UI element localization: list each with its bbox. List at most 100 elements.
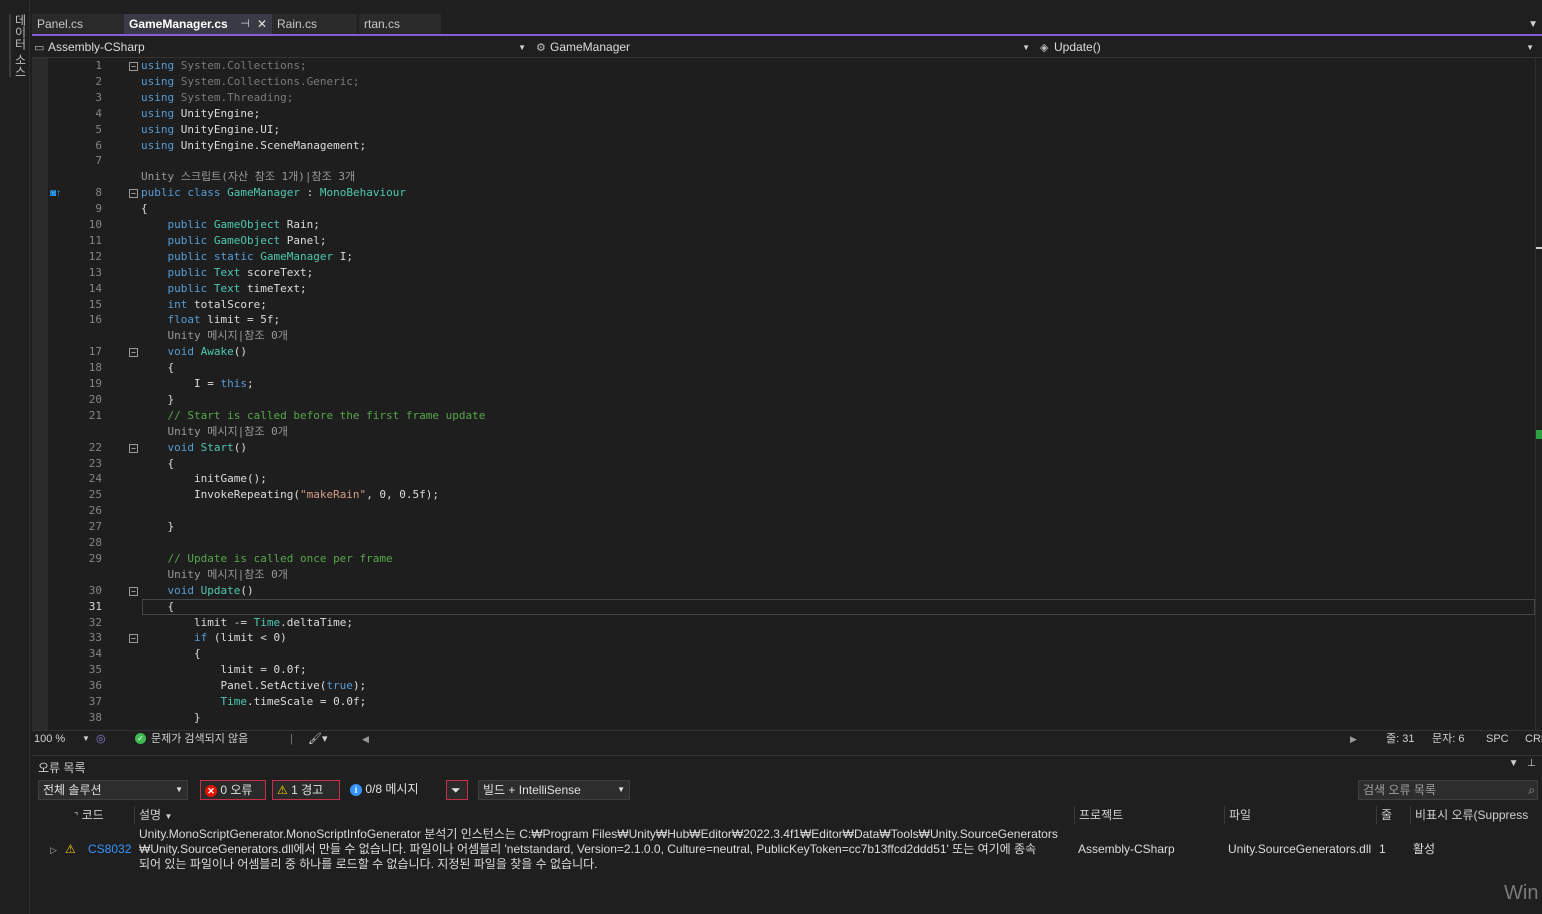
tab-gamemanager-cs[interactable]: GameManager.cs ⊣ ✕ [124, 14, 272, 34]
line-number: 20 [88, 392, 102, 406]
code-token: using [141, 74, 175, 88]
code-text[interactable]: public GameObject Rain; [141, 217, 320, 233]
left-tool-strip: 데이터 소스 [0, 0, 30, 914]
collapse-icon[interactable]: − [129, 586, 138, 596]
project-dropdown[interactable]: ▭ Assembly-CSharp ▼ [34, 38, 530, 57]
pin-icon[interactable]: ⊥ [1527, 758, 1536, 769]
code-text[interactable]: using UnityEngine.SceneManagement; [141, 138, 366, 154]
chevron-down-icon[interactable]: ▼ [1509, 758, 1519, 769]
close-icon[interactable]: ✕ [257, 14, 267, 34]
pin-icon[interactable]: ⊣ [240, 14, 250, 34]
code-text[interactable]: Time.timeScale = 0.0f; [141, 694, 366, 710]
code-token: limit = 0.0f; [141, 663, 307, 677]
code-token: Time [220, 695, 247, 708]
collapse-icon[interactable]: − [129, 443, 138, 453]
health-icon[interactable]: ◎ [96, 731, 106, 747]
code-text[interactable]: { [141, 456, 174, 472]
code-token: UnityEngine.SceneManagement; [174, 138, 367, 152]
code-text[interactable]: // Start is called before the first fram… [141, 408, 486, 424]
scope-dropdown[interactable]: 전체 솔루션 ▼ [38, 780, 188, 800]
build-filter-dropdown[interactable]: 빌드 + IntelliSense ▼ [478, 780, 630, 800]
code-text[interactable]: void Start() [141, 440, 248, 456]
codelens-line: Unity 스크립트(자산 참조 1개)|참조 3개 [32, 169, 1535, 185]
code-text[interactable]: public GameObject Panel; [141, 233, 327, 249]
code-text[interactable]: public Text timeText; [141, 281, 307, 297]
tab-rtan-cs[interactable]: rtan.cs [359, 14, 441, 34]
code-text[interactable]: public class GameManager : MonoBehaviour [141, 185, 406, 201]
codelens-text[interactable]: Unity 메시지|참조 0개 [141, 328, 287, 344]
tab-panel-cs[interactable]: Panel.cs [32, 14, 124, 34]
line-indicator[interactable]: 줄: 31 [1386, 731, 1414, 747]
code-text[interactable]: initGame(); [141, 471, 267, 487]
code-text[interactable]: void Awake() [141, 344, 248, 360]
collapse-icon[interactable]: − [129, 634, 138, 644]
codelens-text[interactable]: Unity 메시지|참조 0개 [141, 567, 287, 583]
collapse-icon[interactable]: − [129, 62, 138, 71]
scroll-left-icon[interactable]: ◀ [362, 731, 369, 747]
messages-filter-button[interactable]: i 0/8 메시지 [350, 780, 436, 800]
warnings-count: 1 경고 [291, 783, 324, 797]
code-text[interactable]: public Text scoreText; [141, 265, 314, 281]
code-text[interactable]: using UnityEngine; [141, 106, 260, 122]
code-text[interactable]: void Update() [141, 583, 254, 599]
column-description[interactable]: 설명 ▼ [134, 806, 1074, 824]
warning-icon: ⚠ [65, 842, 76, 856]
code-editor[interactable]: ◙↑ 1− using System.Collections; 2 using Sys… [32, 58, 1542, 730]
code-text[interactable]: using UnityEngine.UI; [141, 122, 280, 138]
column-line[interactable]: 줄 [1376, 806, 1410, 824]
column-file[interactable]: 파일 [1224, 806, 1376, 824]
code-text[interactable]: I = this; [141, 376, 254, 392]
char-indicator[interactable]: 문자: 6 [1432, 731, 1464, 747]
issues-text[interactable]: 문제가 검색되지 않음 [151, 731, 248, 747]
chevron-down-icon[interactable]: ▼ [82, 731, 90, 747]
indent-mode[interactable]: SPC [1486, 731, 1509, 747]
code-text[interactable]: float limit = 5f; [141, 312, 281, 328]
type-dropdown[interactable]: ⚙ GameManager ▼ [536, 38, 1034, 57]
member-dropdown[interactable]: ◈ Update() ▼ [1040, 38, 1538, 57]
code-text[interactable]: { [141, 646, 201, 662]
collapse-icon[interactable]: − [129, 189, 138, 199]
code-text[interactable]: using System.Threading; [141, 90, 293, 106]
code-text[interactable]: limit -= Time.deltaTime; [141, 615, 353, 631]
code-text[interactable]: } [141, 710, 201, 726]
code-text[interactable]: using System.Collections; [141, 58, 307, 74]
code-text[interactable]: limit = 0.0f; [141, 662, 307, 678]
zoom-level[interactable]: 100 % [34, 731, 65, 747]
code-text[interactable]: { [141, 599, 174, 615]
scroll-right-icon[interactable]: ▶ [1350, 731, 1357, 747]
search-input[interactable]: 검색 오류 목록 ⌕ [1358, 780, 1538, 800]
code-text[interactable]: if (limit < 0) [141, 630, 287, 646]
column-suppression[interactable]: 비표시 오류(Suppress [1410, 806, 1542, 824]
column-code[interactable]: ⌝ 코드 [70, 806, 132, 824]
code-token: scoreText; [240, 265, 314, 279]
collapse-icon[interactable]: − [129, 348, 138, 358]
warnings-filter-button[interactable]: ⚠ 1 경고 [272, 780, 340, 800]
brush-icon[interactable]: 🖌▾ [308, 731, 328, 747]
code-text[interactable]: // Update is called once per frame [141, 551, 393, 567]
code-text[interactable]: public static GameManager I; [141, 249, 353, 265]
errors-filter-button[interactable]: ✕ 0 오류 [200, 780, 266, 800]
code-text[interactable]: using System.Collections.Generic; [141, 74, 360, 90]
code-text[interactable]: { [141, 201, 148, 217]
expand-icon[interactable]: ▷ [50, 843, 57, 858]
column-project[interactable]: 프로젝트 [1074, 806, 1224, 824]
vertical-scrollbar[interactable] [1535, 58, 1542, 730]
tab-overflow-chevron-icon[interactable]: ▼ [1528, 14, 1538, 36]
tab-rain-cs[interactable]: Rain.cs [272, 14, 357, 34]
code-text[interactable]: { [141, 360, 174, 376]
codelens-text[interactable]: Unity 스크립트(자산 참조 1개)|참조 3개 [141, 169, 355, 185]
code-token: void [167, 345, 195, 359]
code-text[interactable]: } [141, 392, 174, 408]
data-sources-tab[interactable]: 데이터 소스 [9, 14, 29, 78]
codelens-text[interactable]: Unity 메시지|참조 0개 [141, 424, 287, 440]
code-text[interactable]: Panel.SetActive(true); [141, 678, 366, 694]
code-text[interactable]: InvokeRepeating("makeRain", 0, 0.5f); [141, 487, 439, 503]
code-text[interactable]: int totalScore; [141, 297, 267, 313]
error-code-link[interactable]: CS8032 [88, 842, 131, 857]
line-ending[interactable]: CRL [1525, 731, 1542, 747]
filter-button[interactable]: ⏷ [446, 780, 468, 800]
code-text[interactable]: } [141, 519, 174, 535]
code-token: true [326, 679, 353, 693]
